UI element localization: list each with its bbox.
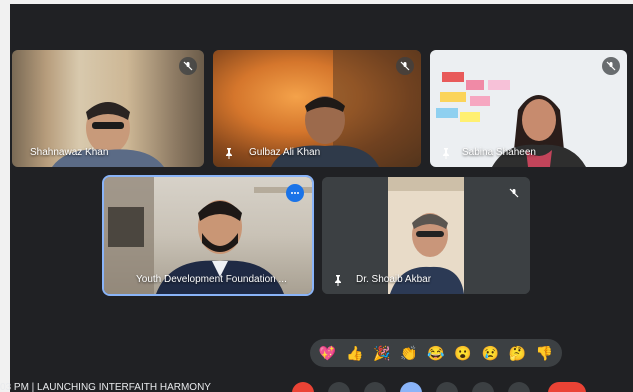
reaction-sad[interactable]: 😢	[481, 346, 498, 360]
raise-hand-button[interactable]	[400, 382, 422, 392]
participant-name: Dr. Shoaib Akbar	[356, 274, 432, 285]
present-button[interactable]	[436, 382, 458, 392]
participant-name: Shahnawaz Khan	[30, 147, 109, 158]
participant-tile-youth-development-foundation[interactable]: Youth Development Foundation ...	[104, 177, 312, 294]
pin-icon[interactable]	[440, 147, 452, 159]
pin-icon[interactable]	[223, 147, 235, 159]
reaction-thinking[interactable]: 🤔	[509, 346, 526, 360]
participant-name: Gulbaz Ali Khan	[249, 147, 321, 158]
leave-call-button[interactable]	[548, 382, 586, 392]
more-options-icon[interactable]	[286, 184, 304, 202]
mic-off-icon	[396, 57, 414, 75]
reactions-button[interactable]	[472, 382, 494, 392]
mic-off-icon	[602, 57, 620, 75]
mic-off-icon	[505, 184, 523, 202]
reaction-thumbs-down[interactable]: 👎	[536, 346, 553, 360]
camera-button[interactable]	[328, 382, 350, 392]
left-edge	[0, 0, 10, 392]
reaction-laughing[interactable]: 😂	[427, 346, 444, 360]
captions-button[interactable]	[364, 382, 386, 392]
participant-name: Youth Development Foundation ...	[136, 274, 287, 285]
participant-name: Sabina Shaheen	[462, 147, 536, 158]
reactions-bar: 💖 👍 🎉 👏 😂 😮 😢 🤔 👎	[310, 339, 562, 367]
reaction-surprised[interactable]: 😮	[454, 346, 471, 360]
mic-off-icon	[179, 57, 197, 75]
participant-tile-dr-shoaib-akbar[interactable]: Dr. Shoaib Akbar	[322, 177, 530, 294]
more-options-button[interactable]	[508, 382, 530, 392]
participant-tile-gulbaz-ali-khan[interactable]: Gulbaz Ali Khan	[213, 50, 421, 167]
reaction-party-popper[interactable]: 🎉	[373, 346, 390, 360]
participant-tile-sabina-shaheen[interactable]: Sabina Shaheen	[430, 50, 627, 167]
bottom-control-bar: 03 PM | LAUNCHING INTERFAITH HARMONY	[0, 378, 633, 392]
top-edge	[0, 0, 633, 4]
reaction-clapping[interactable]: 👏	[400, 346, 417, 360]
meeting-time-and-title: 03 PM | LAUNCHING INTERFAITH HARMONY	[0, 382, 211, 392]
mic-button[interactable]	[292, 382, 314, 392]
reaction-sparkling-heart[interactable]: 💖	[319, 346, 336, 360]
reaction-thumbs-up[interactable]: 👍	[346, 346, 363, 360]
pin-icon[interactable]	[332, 274, 344, 286]
participant-tile-shahnawaz-khan[interactable]: Shahnawaz Khan	[12, 50, 204, 167]
